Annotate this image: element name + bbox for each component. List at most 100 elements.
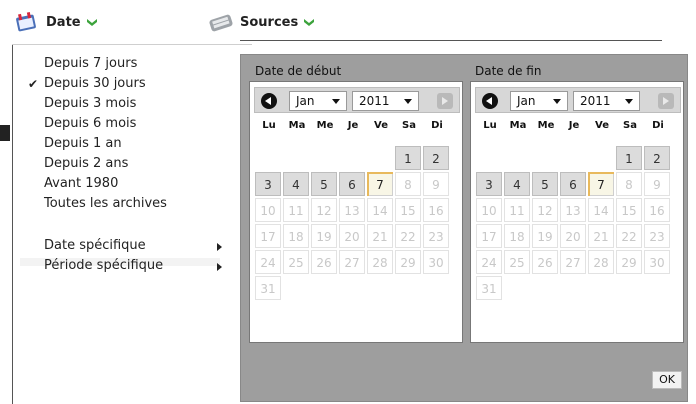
calendar-day: 9 (644, 172, 670, 196)
weekday-label: Me (537, 120, 555, 131)
calendar-day[interactable]: 2 (644, 146, 670, 170)
calendar-day[interactable]: 7 (588, 172, 614, 196)
calendar-day: 25 (504, 250, 530, 274)
year-select-value: 2011 (359, 94, 390, 108)
calendar-day: 17 (476, 224, 502, 248)
end-date-title: Date de fin (475, 64, 542, 78)
menu-item-label: Depuis 3 mois (44, 96, 137, 111)
calendar-day: 18 (504, 224, 530, 248)
next-month-icon[interactable] (437, 93, 453, 109)
calendar-day: 31 (476, 276, 502, 300)
calendar-day[interactable]: 3 (476, 172, 502, 196)
menu-item-2-years[interactable]: Depuis 2 ans (26, 154, 236, 174)
calendar-day[interactable]: 2 (423, 146, 449, 170)
calendar-day: 24 (255, 250, 281, 274)
chevron-down-icon (332, 99, 340, 104)
dropdown-border (12, 44, 13, 404)
menu-item-label: Depuis 2 ans (44, 156, 129, 171)
weekday-label: Ve (595, 120, 609, 131)
weekday-header: Lu Ma Me Je Ve Sa Di (476, 120, 686, 136)
menu-item-all-archives[interactable]: Toutes les archives (26, 194, 236, 214)
menu-item-specific-date[interactable]: Date spécifique (26, 236, 236, 256)
calendar-day: 20 (339, 224, 365, 248)
sources-icon (208, 11, 234, 33)
month-select[interactable]: Jan (289, 91, 347, 111)
weekday-label: Di (652, 120, 664, 131)
toolbar: Date Sources (0, 0, 696, 44)
calendar-day: 28 (588, 250, 614, 274)
end-date-calendar: Jan 2011 Lu Ma Me Je Ve Sa Di 1 2 3 4 5 6 7 8 9 10 11 12 1… (470, 81, 684, 343)
period-picker-panel: Date de début Date de fin Jan 2011 Lu Ma M… (240, 54, 688, 402)
next-month-icon[interactable] (658, 93, 674, 109)
calendar-day[interactable]: 6 (560, 172, 586, 196)
weekday-label: Ve (374, 120, 388, 131)
calendar-day: 24 (476, 250, 502, 274)
calendar-day[interactable]: 6 (339, 172, 365, 196)
menu-item-30-days[interactable]: ✔ Depuis 30 jours (26, 74, 236, 94)
year-select[interactable]: 2011 (352, 91, 419, 111)
calendar-day: 25 (283, 250, 309, 274)
start-date-title: Date de début (255, 64, 342, 78)
calendar-icon (14, 11, 40, 33)
weekday-label: Lu (483, 120, 497, 131)
calendar-day: 8 (616, 172, 642, 196)
submenu-arrow-icon (217, 243, 222, 251)
menu-item-6-months[interactable]: Depuis 6 mois (26, 114, 236, 134)
calendar-day[interactable]: 1 (616, 146, 642, 170)
calendar-day: 30 (644, 250, 670, 274)
calendar-day: 10 (476, 198, 502, 222)
calendar-day: 15 (616, 198, 642, 222)
previous-month-icon[interactable] (261, 93, 277, 109)
calendar-day: 19 (532, 224, 558, 248)
calendar-day: 17 (255, 224, 281, 248)
weekday-label: Me (316, 120, 334, 131)
calendar-day[interactable]: 1 (395, 146, 421, 170)
month-select[interactable]: Jan (510, 91, 568, 111)
weekday-label: Lu (262, 120, 276, 131)
calendar-day: 26 (311, 250, 337, 274)
previous-month-icon[interactable] (482, 93, 498, 109)
calendar-day[interactable]: 4 (504, 172, 530, 196)
calendar-day: 15 (395, 198, 421, 222)
date-dropdown-button[interactable]: Date (14, 10, 97, 34)
calendar-header: Jan 2011 (475, 87, 681, 113)
calendar-day: 27 (560, 250, 586, 274)
calendar-day: 14 (588, 198, 614, 222)
calendar-day: 28 (367, 250, 393, 274)
calendar-day: 22 (395, 224, 421, 248)
calendar-day[interactable]: 5 (311, 172, 337, 196)
check-icon: ✔ (27, 77, 39, 91)
chevron-down-icon (86, 17, 97, 30)
date-range-menu: Depuis 7 jours ✔ Depuis 30 jours Depuis 3… (26, 54, 236, 276)
calendar-day: 9 (423, 172, 449, 196)
calendar-day: 16 (644, 198, 670, 222)
calendar-day: 23 (644, 224, 670, 248)
sources-dropdown-button[interactable]: Sources (208, 10, 315, 34)
ok-button[interactable]: OK (652, 371, 682, 389)
calendar-day[interactable]: 7 (367, 172, 393, 196)
calendar-day: 18 (283, 224, 309, 248)
calendar-day: 11 (283, 198, 309, 222)
menu-item-label: Depuis 1 an (44, 136, 122, 151)
menu-item-3-months[interactable]: Depuis 3 mois (26, 94, 236, 114)
menu-item-7-days[interactable]: Depuis 7 jours (26, 54, 236, 74)
toolbar-divider (240, 40, 662, 41)
submenu-arrow-icon (217, 263, 222, 271)
menu-item-1-year[interactable]: Depuis 1 an (26, 134, 236, 154)
dropdown-top-border (12, 44, 252, 45)
month-select-value: Jan (296, 94, 315, 108)
calendar-day[interactable]: 5 (532, 172, 558, 196)
calendar-day[interactable]: 3 (255, 172, 281, 196)
menu-item-label: Depuis 6 mois (44, 116, 137, 131)
menu-item-specific-period[interactable]: Période spécifique (26, 256, 236, 276)
date-dropdown-label: Date (46, 14, 81, 30)
chevron-down-icon (304, 17, 315, 30)
calendar-header: Jan 2011 (254, 87, 460, 113)
calendar-day[interactable]: 4 (283, 172, 309, 196)
weekday-header: Lu Ma Me Je Ve Sa Di (255, 120, 465, 136)
chevron-down-icon (625, 99, 633, 104)
year-select[interactable]: 2011 (573, 91, 640, 111)
calendar-day: 10 (255, 198, 281, 222)
menu-item-before-1980[interactable]: Avant 1980 (26, 174, 236, 194)
year-select-value: 2011 (580, 94, 611, 108)
